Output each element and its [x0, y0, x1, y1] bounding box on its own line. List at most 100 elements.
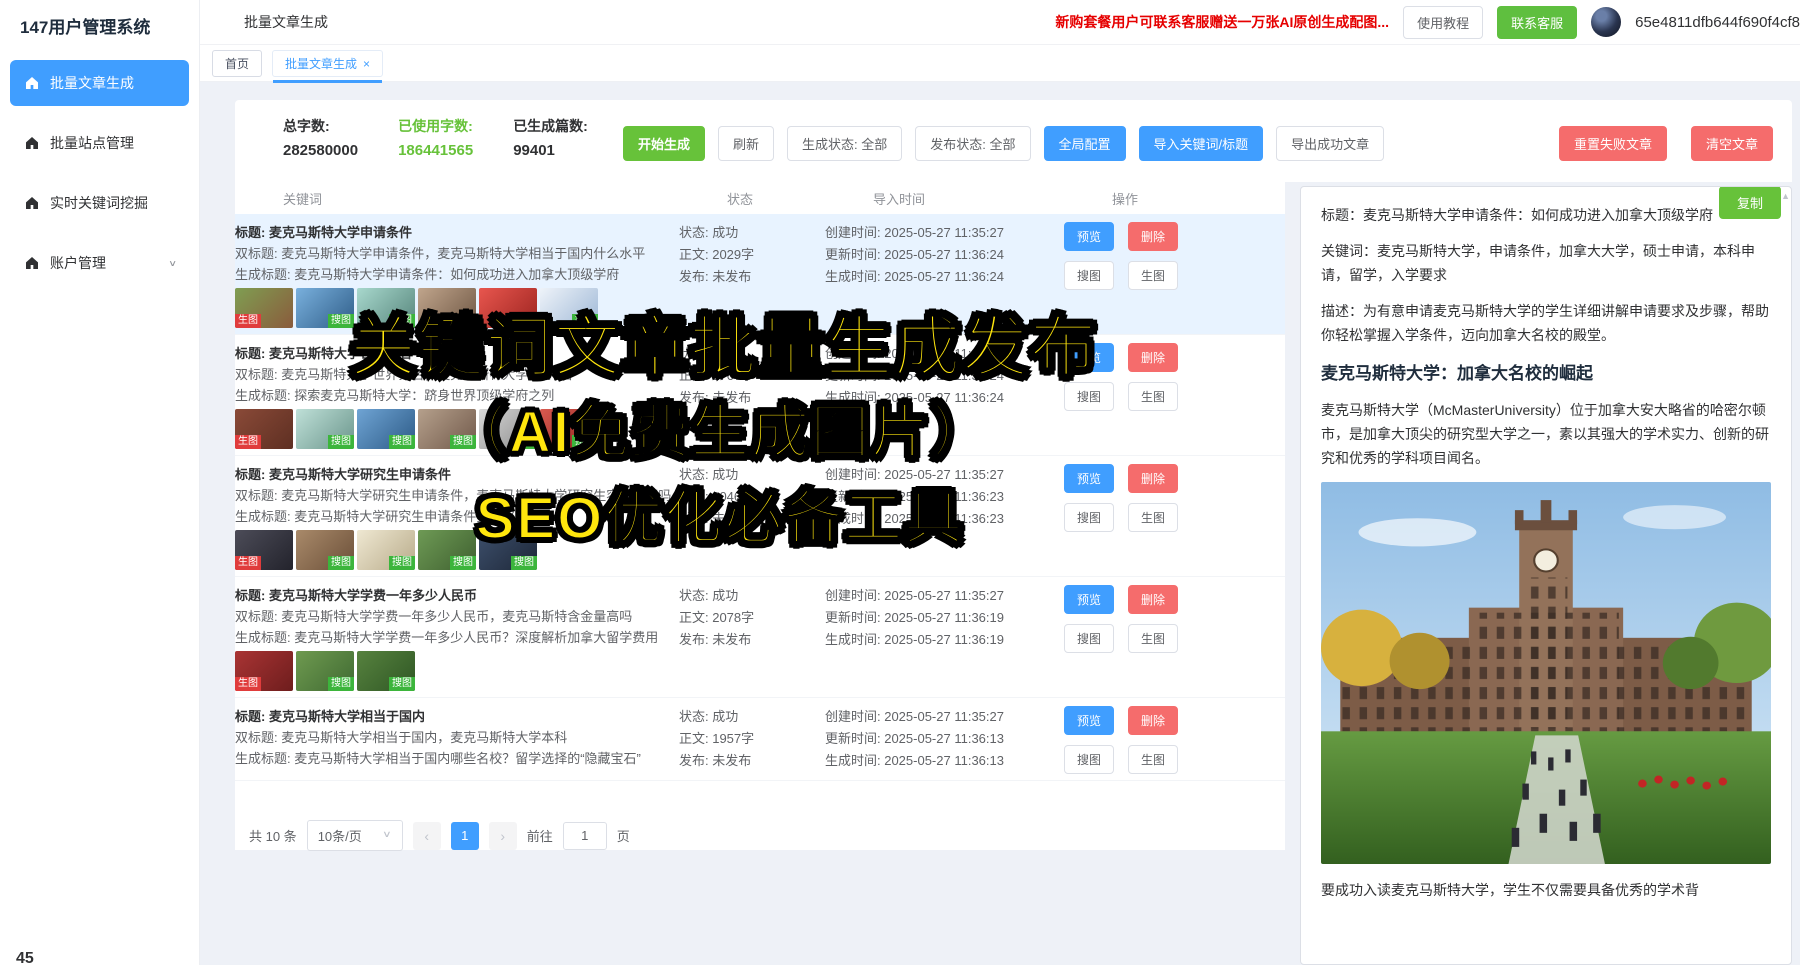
article-thumbnail[interactable]: 搜图	[357, 288, 415, 328]
sidebar-item-4[interactable]: 账户管理∨	[10, 240, 189, 286]
delete-button[interactable]: 删除	[1128, 464, 1178, 493]
article-thumbnail[interactable]: 搜图	[418, 409, 476, 449]
export-success-button[interactable]: 导出成功文章	[1276, 126, 1384, 161]
goto-unit: 页	[617, 826, 630, 845]
article-thumbnail[interactable]: 搜图	[357, 530, 415, 570]
sidebar-item-label: 批量文章生成	[50, 73, 134, 93]
article-thumbnail[interactable]: 生图	[235, 530, 293, 570]
stat-generated-count: 已生成篇数: 99401	[513, 116, 588, 159]
user-id: 65e4811dfb644f690f4cf8	[1635, 14, 1800, 31]
home-icon	[24, 195, 40, 211]
header-right: 新购套餐用户可联系客服赠送一万张AI原创生成配图... 使用教程 联系客服 65…	[1055, 6, 1800, 39]
page-size-select[interactable]: 10条/页∨	[307, 820, 403, 851]
preview-button[interactable]: 预览	[1064, 222, 1114, 251]
article-thumbnail[interactable]: 生图	[235, 409, 293, 449]
page-number-button[interactable]: 1	[451, 822, 479, 850]
article-thumbnail[interactable]: 搜图	[540, 288, 598, 328]
clear-articles-button[interactable]: 清空文章	[1691, 126, 1773, 161]
user-avatar[interactable]	[1591, 7, 1621, 37]
keyword-cell: 标题: 麦克马斯特大学研究生申请条件双标题: 麦克马斯特大学研究生申请条件，麦克…	[235, 464, 679, 570]
generate-image-button[interactable]: 生图	[1128, 382, 1178, 411]
thumbnail-strip: 生图搜图搜图	[235, 651, 679, 691]
search-image-button[interactable]: 搜图	[1064, 382, 1114, 411]
tab-batch-generate[interactable]: 批量文章生成×	[272, 50, 383, 77]
promo-notice[interactable]: 新购套餐用户可联系客服赠送一万张AI原创生成配图...	[1055, 12, 1389, 32]
copy-button[interactable]: 复制	[1719, 186, 1781, 219]
table-row[interactable]: 标题: 麦克马斯特大学相当于国内双标题: 麦克马斯特大学相当于国内，麦克马斯特大…	[235, 698, 1285, 781]
generate-image-button[interactable]: 生图	[1128, 624, 1178, 653]
article-thumbnail[interactable]: 搜图	[357, 409, 415, 449]
danger-buttons: 重置失败文章 清空文章	[1559, 126, 1773, 161]
status-cell: 状态: 成功正文: 1957字发布: 未发布	[679, 706, 825, 774]
table-row[interactable]: 标题: 麦克马斯特大学申请条件双标题: 麦克马斯特大学申请条件，麦克马斯特大学相…	[235, 214, 1285, 335]
search-image-button[interactable]: 搜图	[1064, 624, 1114, 653]
reset-failed-button[interactable]: 重置失败文章	[1559, 126, 1667, 161]
prev-page-button[interactable]: ‹	[413, 822, 441, 850]
goto-page-input[interactable]	[563, 822, 607, 850]
article-thumbnail[interactable]: 搜图	[418, 288, 476, 328]
article-thumbnail[interactable]: 搜图	[418, 530, 476, 570]
article-thumbnail[interactable]: 搜图	[479, 409, 537, 449]
preview-button[interactable]: 预览	[1064, 585, 1114, 614]
preview-button[interactable]: 预览	[1064, 706, 1114, 735]
sidebar-item-1[interactable]: 批量文章生成	[10, 60, 189, 106]
preview-footer: 要成功入读麦克马斯特大学，学生不仅需要具备优秀的学术背	[1321, 878, 1771, 902]
article-thumbnail[interactable]: 搜图	[296, 409, 354, 449]
thumb-badge: 搜图	[450, 435, 476, 449]
row-dual-title: 双标题: 麦克马斯特大学研究生申请条件，麦克马斯特大学研究生容易申请吗	[235, 485, 679, 506]
delete-button[interactable]: 删除	[1128, 343, 1178, 372]
generated-line: 生成时间: 2025-05-27 11:36:23	[825, 508, 1064, 530]
article-thumbnail[interactable]: 搜图	[296, 288, 354, 328]
time-cell: 创建时间: 2025-05-27 11:35:27更新时间: 2025-05-2…	[825, 464, 1064, 570]
preview-button[interactable]: 预览	[1064, 343, 1114, 372]
publish-status-select[interactable]: 发布状态: 全部	[915, 126, 1030, 161]
table-row[interactable]: 标题: 麦克马斯特大学学费一年多少人民币双标题: 麦克马斯特大学学费一年多少人民…	[235, 577, 1285, 698]
pagination: 共 10 条 10条/页∨ ‹ 1 › 前往 页	[235, 808, 1285, 851]
generate-status-select[interactable]: 生成状态: 全部	[787, 126, 902, 161]
close-tab-icon[interactable]: ×	[363, 57, 370, 71]
article-thumbnail[interactable]: 搜图	[357, 651, 415, 691]
publish-line: 发布: 未发布	[679, 750, 825, 772]
col-keyword: 关键词	[283, 189, 727, 208]
table-row[interactable]: 标题: 麦克马斯特大学研究生申请条件双标题: 麦克马斯特大学研究生申请条件，麦克…	[235, 456, 1285, 577]
article-thumbnail[interactable]: 搜图	[296, 530, 354, 570]
delete-button[interactable]: 删除	[1128, 585, 1178, 614]
generate-image-button[interactable]: 生图	[1128, 261, 1178, 290]
search-image-button[interactable]: 搜图	[1064, 503, 1114, 532]
thumb-badge: 搜图	[328, 556, 354, 570]
updated-line: 更新时间: 2025-05-27 11:36:24	[825, 365, 1064, 387]
article-thumbnail[interactable]: 生图	[235, 288, 293, 328]
thumb-badge: 搜图	[450, 556, 476, 570]
created-line: 创建时间: 2025-05-27 11:35:27	[825, 343, 1064, 365]
sidebar-item-3[interactable]: 实时关键词挖掘	[10, 180, 189, 226]
preview-title: 标题：麦克马斯特大学申请条件：如何成功进入加拿大顶级学府	[1321, 203, 1771, 227]
generate-image-button[interactable]: 生图	[1128, 745, 1178, 774]
goto-label: 前往	[527, 826, 553, 845]
refresh-button[interactable]: 刷新	[718, 126, 774, 161]
top-header: 批量文章生成 新购套餐用户可联系客服赠送一万张AI原创生成配图... 使用教程 …	[200, 0, 1800, 45]
article-thumbnail[interactable]: 搜图	[479, 288, 537, 328]
sidebar-item-2[interactable]: 批量站点管理	[10, 120, 189, 166]
preview-button[interactable]: 预览	[1064, 464, 1114, 493]
article-thumbnail[interactable]: 生图	[235, 651, 293, 691]
delete-button[interactable]: 删除	[1128, 222, 1178, 251]
generate-image-button[interactable]: 生图	[1128, 503, 1178, 532]
global-config-button[interactable]: 全局配置	[1044, 126, 1126, 161]
start-generate-button[interactable]: 开始生成	[623, 126, 705, 161]
table-row[interactable]: 标题: 麦克马斯特大学世界排名双标题: 麦克马斯特大学世界排名，麦克马斯特大学Q…	[235, 335, 1285, 456]
contact-support-button[interactable]: 联系客服	[1497, 6, 1577, 39]
row-title: 标题: 麦克马斯特大学世界排名	[235, 343, 679, 364]
search-image-button[interactable]: 搜图	[1064, 745, 1114, 774]
delete-button[interactable]: 删除	[1128, 706, 1178, 735]
search-image-button[interactable]: 搜图	[1064, 261, 1114, 290]
next-page-button[interactable]: ›	[489, 822, 517, 850]
thumbnail-strip: 生图搜图搜图搜图搜图	[235, 530, 679, 570]
article-thumbnail[interactable]: 搜图	[296, 651, 354, 691]
publish-line: 发布: 未发布	[679, 629, 825, 651]
article-thumbnail[interactable]: 搜图	[479, 530, 537, 570]
created-line: 创建时间: 2025-05-27 11:35:27	[825, 585, 1064, 607]
tab-home[interactable]: 首页	[212, 50, 262, 77]
tutorial-button[interactable]: 使用教程	[1403, 6, 1483, 39]
import-keywords-button[interactable]: 导入关键词/标题	[1139, 126, 1264, 161]
article-thumbnail[interactable]: 搜图	[540, 409, 598, 449]
